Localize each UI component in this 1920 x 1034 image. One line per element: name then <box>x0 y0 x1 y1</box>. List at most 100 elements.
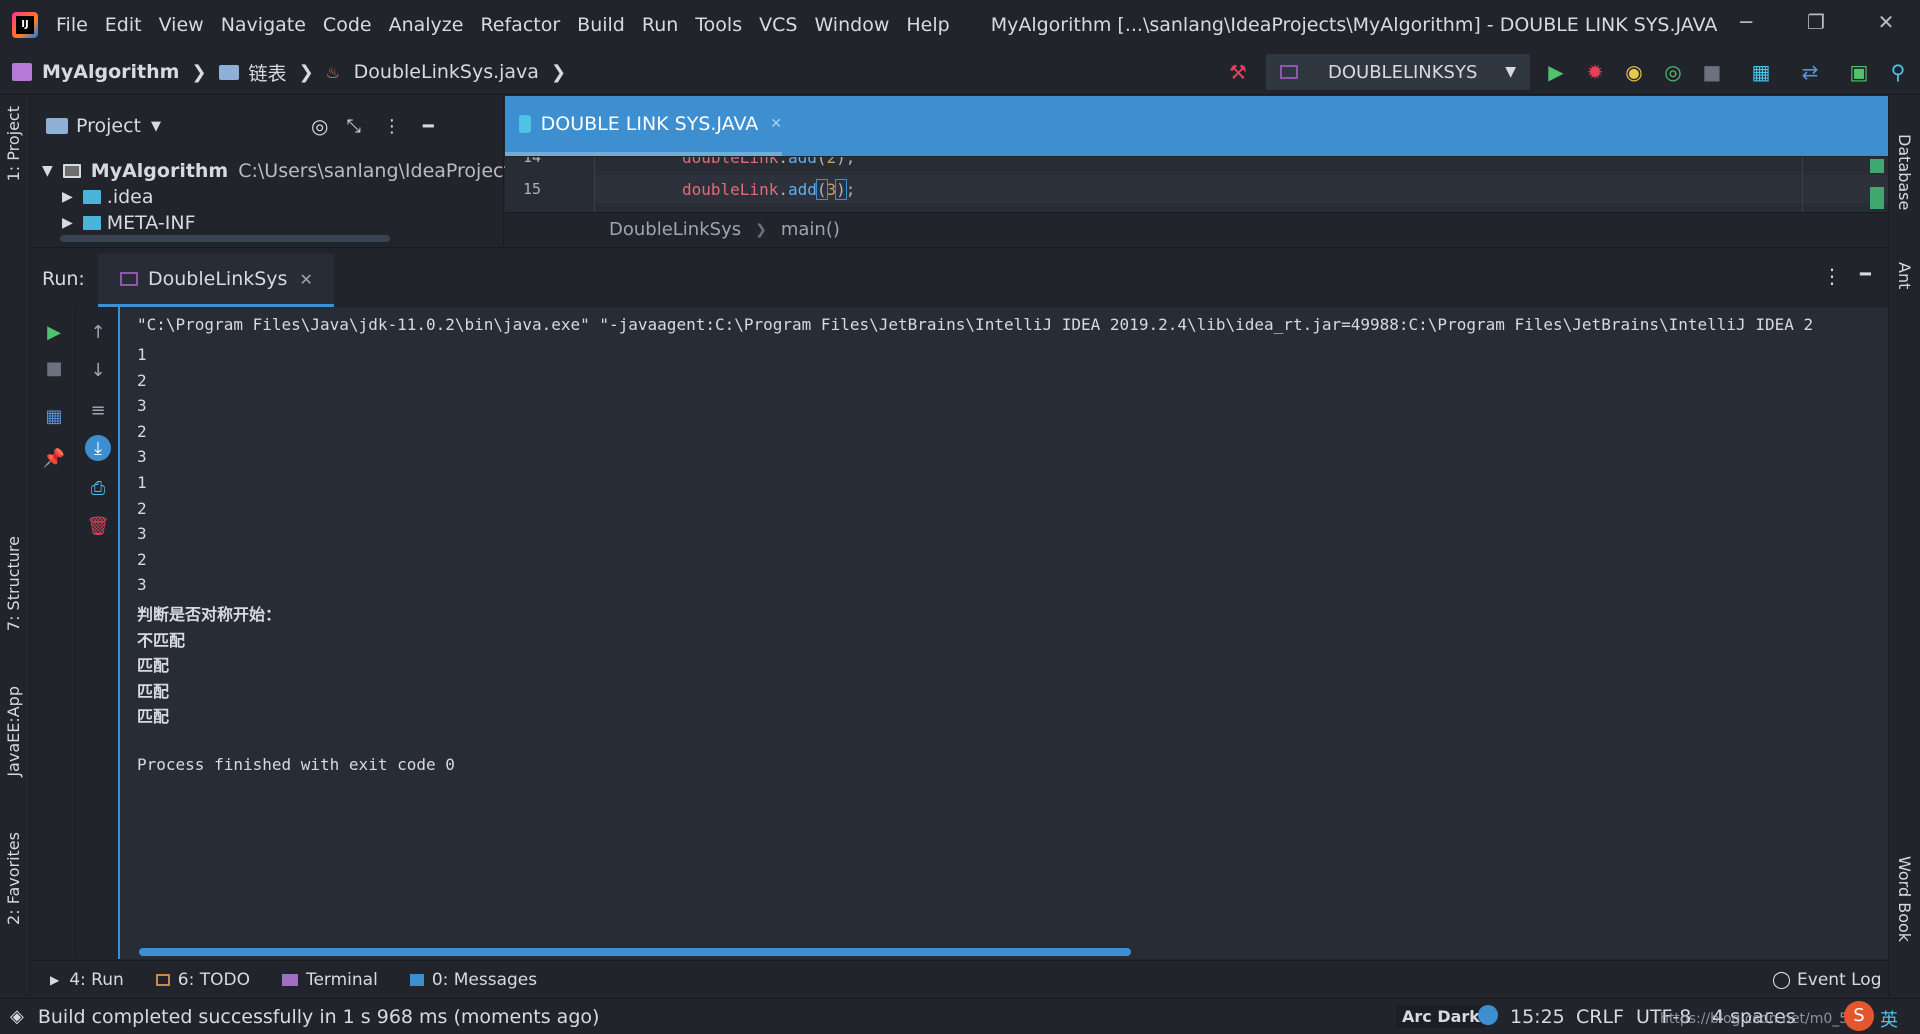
project-view-icon <box>46 118 68 134</box>
debug-bug-icon[interactable]: ✹ <box>1583 60 1607 84</box>
pin-tab-icon[interactable]: 📌 <box>41 445 67 471</box>
hide-panel-icon[interactable]: ━ <box>1860 264 1871 285</box>
tree-item-root[interactable]: ▼ MyAlgorithm C:\Users\sanlang\IdeaProje… <box>42 160 544 182</box>
code-argument: 3 <box>826 180 837 199</box>
locate-icon[interactable]: ◎ <box>311 114 328 138</box>
editor-tab-doublelinksys[interactable]: DOUBLE LINK SYS.JAVA ✕ <box>505 96 782 156</box>
minimize-button[interactable]: ─ <box>1726 10 1766 34</box>
intellij-logo-icon <box>12 12 38 38</box>
menu-edit[interactable]: Edit <box>105 14 142 36</box>
console-horizontal-scrollbar[interactable] <box>139 948 1131 956</box>
tab-structure[interactable]: 7: Structure <box>4 536 23 631</box>
project-structure-icon[interactable]: ▦ <box>1749 60 1773 84</box>
change-marker[interactable] <box>1870 187 1884 209</box>
build-hammer-icon[interactable]: ⚒ <box>1226 60 1250 84</box>
tab-terminal[interactable]: Terminal <box>281 970 378 990</box>
more-options-icon[interactable]: ⋮ <box>383 116 401 137</box>
tab-database[interactable]: Database <box>1895 134 1914 210</box>
close-window-button[interactable]: ✕ <box>1866 10 1906 34</box>
tab-event-log[interactable]: ◯ Event Log <box>1772 970 1882 990</box>
console-output-line: 匹配 <box>137 656 170 675</box>
folder-icon <box>218 64 239 80</box>
tab-favorites[interactable]: 2: Favorites <box>4 832 23 925</box>
menu-analyze[interactable]: Analyze <box>389 14 464 36</box>
close-icon[interactable]: ✕ <box>770 116 782 132</box>
console-output-line: 3 <box>137 524 147 543</box>
project-tree-scrollbar[interactable] <box>60 235 390 242</box>
run-configuration-select[interactable]: DOUBLELINKSYS ▼ <box>1266 54 1530 90</box>
status-message[interactable]: Build completed successfully in 1 s 968 … <box>38 1006 600 1028</box>
run-tab-label: DoubleLinkSys <box>148 268 288 290</box>
menu-run[interactable]: Run <box>642 14 678 36</box>
tree-item-idea[interactable]: ▶ .idea <box>62 186 154 208</box>
menu-build[interactable]: Build <box>577 14 625 36</box>
ime-language-icon[interactable]: 英 <box>1880 1006 1898 1032</box>
console-command-line: "C:\Program Files\Java\jdk-11.0.2\bin\ja… <box>137 315 1814 334</box>
chevron-right-icon: ▶ <box>62 189 73 205</box>
stop-icon[interactable]: ■ <box>41 355 67 381</box>
hide-panel-icon[interactable]: ━ <box>423 116 434 137</box>
menu-navigate[interactable]: Navigate <box>221 14 306 36</box>
ime-s-icon[interactable]: S <box>1844 1001 1874 1031</box>
menu-window[interactable]: Window <box>814 14 889 36</box>
menu-refactor[interactable]: Refactor <box>480 14 560 36</box>
breadcrumb-folder[interactable]: 链表 <box>218 59 287 86</box>
window-title: MyAlgorithm [...\sanlang\IdeaProjects\My… <box>990 14 1718 36</box>
caret-position[interactable]: 15:25 <box>1510 1006 1565 1028</box>
print-icon[interactable]: ⎙ <box>85 475 111 501</box>
menu-view[interactable]: View <box>159 14 204 36</box>
line-number: 14 <box>523 157 542 166</box>
project-panel-header: Project ▼ ◎ ⤡ ⋮ ━ <box>32 96 503 156</box>
menu-tools[interactable]: Tools <box>695 14 742 36</box>
breadcrumb-method[interactable]: main() <box>781 219 840 240</box>
translate-icon[interactable]: ⇄ <box>1798 60 1822 84</box>
event-log-icon: ◯ <box>1772 969 1792 990</box>
menu-code[interactable]: Code <box>323 14 372 36</box>
console-output-line: 匹配 <box>137 682 170 701</box>
clear-all-trash-icon[interactable]: 🗑 <box>85 513 111 539</box>
tab-messages[interactable]: 0: Messages <box>409 970 537 990</box>
stop-icon[interactable]: ■ <box>1700 60 1724 84</box>
close-icon[interactable]: ✕ <box>299 270 312 289</box>
console-output-line: 1 <box>137 473 147 492</box>
chevron-right-icon: ❯ <box>298 61 314 83</box>
profiler-icon[interactable]: ◎ <box>1661 60 1685 84</box>
layout-icon[interactable]: ▦ <box>41 403 67 429</box>
menu-file[interactable]: File <box>56 14 88 36</box>
tab-project[interactable]: 1: Project <box>4 106 23 181</box>
tab-ant[interactable]: Ant <box>1895 262 1914 289</box>
chevron-down-icon[interactable]: ▼ <box>151 119 161 134</box>
run-tab-doublelinksys[interactable]: DoubleLinkSys ✕ <box>98 254 334 308</box>
console-output-line: 判断是否对称开始： <box>137 605 282 624</box>
change-marker[interactable] <box>1870 159 1884 173</box>
console-output[interactable]: "C:\Program Files\Java\jdk-11.0.2\bin\ja… <box>120 307 1888 959</box>
breadcrumb-project[interactable]: MyAlgorithm <box>12 61 179 83</box>
coverage-icon[interactable]: ◉ <box>1622 60 1646 84</box>
scroll-to-end-icon[interactable]: ⤓ <box>85 435 111 461</box>
layers-icon[interactable]: ◈ <box>10 1006 24 1027</box>
breadcrumb-file[interactable]: ♨ DoubleLinkSys.java <box>326 61 539 83</box>
editor-tab-bar: DOUBLE LINK SYS.JAVA ✕ <box>505 96 1888 156</box>
code-editor[interactable]: 14 15 doubleLink.add(2); doubleLink.add(… <box>505 157 1888 212</box>
menu-help[interactable]: Help <box>906 14 949 36</box>
line-separator[interactable]: CRLF <box>1576 1006 1624 1028</box>
soft-wrap-icon[interactable]: ≡ <box>85 397 111 423</box>
search-icon[interactable]: ⚲ <box>1886 60 1910 84</box>
arrow-down-icon[interactable]: ↓ <box>85 357 111 383</box>
theme-indicator[interactable]: Arc Dark <box>1396 1005 1486 1028</box>
breadcrumb-class[interactable]: DoubleLinkSys <box>609 219 741 240</box>
tree-item-meta-inf[interactable]: ▶ META-INF <box>62 212 196 234</box>
tab-todo[interactable]: 6: TODO <box>155 970 250 990</box>
rerun-play-icon[interactable]: ▶ <box>41 319 67 345</box>
project-view-title[interactable]: Project <box>76 115 141 137</box>
tab-word-book[interactable]: Word Book <box>1895 856 1914 942</box>
collapse-all-icon[interactable]: ⤡ <box>346 116 360 137</box>
tab-run[interactable]: ▶ 4: Run <box>50 970 124 990</box>
more-options-icon[interactable]: ⋮ <box>1822 264 1842 288</box>
tab-javaee-app[interactable]: JavaEE:App <box>4 686 23 777</box>
run-play-icon[interactable]: ▶ <box>1544 60 1568 84</box>
terminal-icon[interactable]: ▣ <box>1847 60 1871 84</box>
menu-vcs[interactable]: VCS <box>759 14 797 36</box>
restore-button[interactable]: ❐ <box>1796 10 1836 34</box>
arrow-up-icon[interactable]: ↑ <box>85 319 111 345</box>
